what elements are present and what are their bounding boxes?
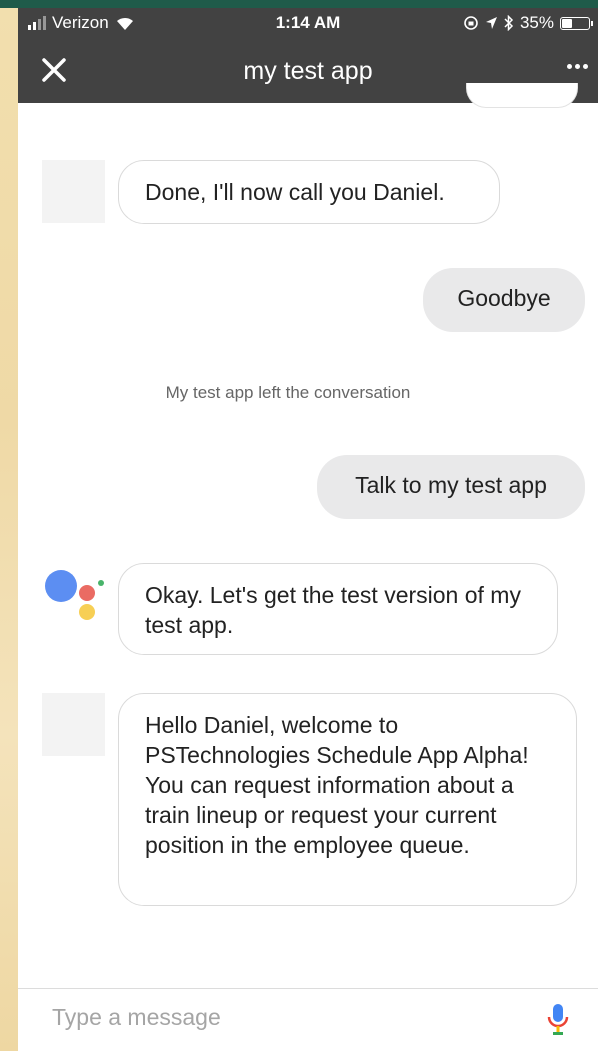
message-text: Hello Daniel, welcome to PSTechnologies …: [145, 712, 529, 858]
message-text: Goodbye: [457, 285, 551, 311]
microphone-icon[interactable]: [546, 1002, 570, 1038]
battery-icon: [560, 16, 593, 30]
message-bubble-user: Talk to my test app: [317, 455, 585, 519]
message-bubble-app: Done, I'll now call you Daniel.: [118, 160, 500, 224]
background-strip: [0, 0, 18, 1051]
message-bubble-user: Goodbye: [423, 268, 585, 332]
message-text: Done, I'll now call you Daniel.: [145, 179, 445, 205]
background-top: [0, 0, 598, 8]
message-input[interactable]: [52, 1004, 512, 1031]
message-bubble-app: Hello Daniel, welcome to PSTechnologies …: [118, 693, 577, 906]
rotation-lock-icon: [464, 16, 478, 30]
message-text: Talk to my test app: [355, 472, 547, 498]
assistant-logo-icon: [42, 566, 112, 626]
battery-percent: 35%: [519, 13, 554, 32]
chat-area[interactable]: Done, I'll now call you Daniel. Goodbye …: [18, 83, 598, 983]
message-composer: [18, 988, 598, 1051]
status-bar: Verizon 1:14 AM 35%: [18, 8, 598, 38]
message-bubble-assistant: Okay. Let's get the test version of my t…: [118, 563, 558, 655]
phone-screen: Verizon 1:14 AM 35% my test app Done, I'…: [18, 8, 598, 1051]
app-avatar: [42, 160, 105, 223]
bluetooth-icon: [504, 15, 514, 31]
app-avatar: [42, 693, 105, 756]
status-right: 35%: [463, 13, 593, 33]
app-title: my test app: [243, 57, 373, 85]
battery-level: [562, 18, 572, 28]
previous-message-bubble: [466, 83, 578, 108]
message-text: Okay. Let's get the test version of my t…: [145, 582, 521, 638]
location-icon: [485, 17, 497, 29]
system-message: My test app left the conversation: [165, 383, 411, 402]
more-horizontal-icon[interactable]: [567, 64, 588, 69]
